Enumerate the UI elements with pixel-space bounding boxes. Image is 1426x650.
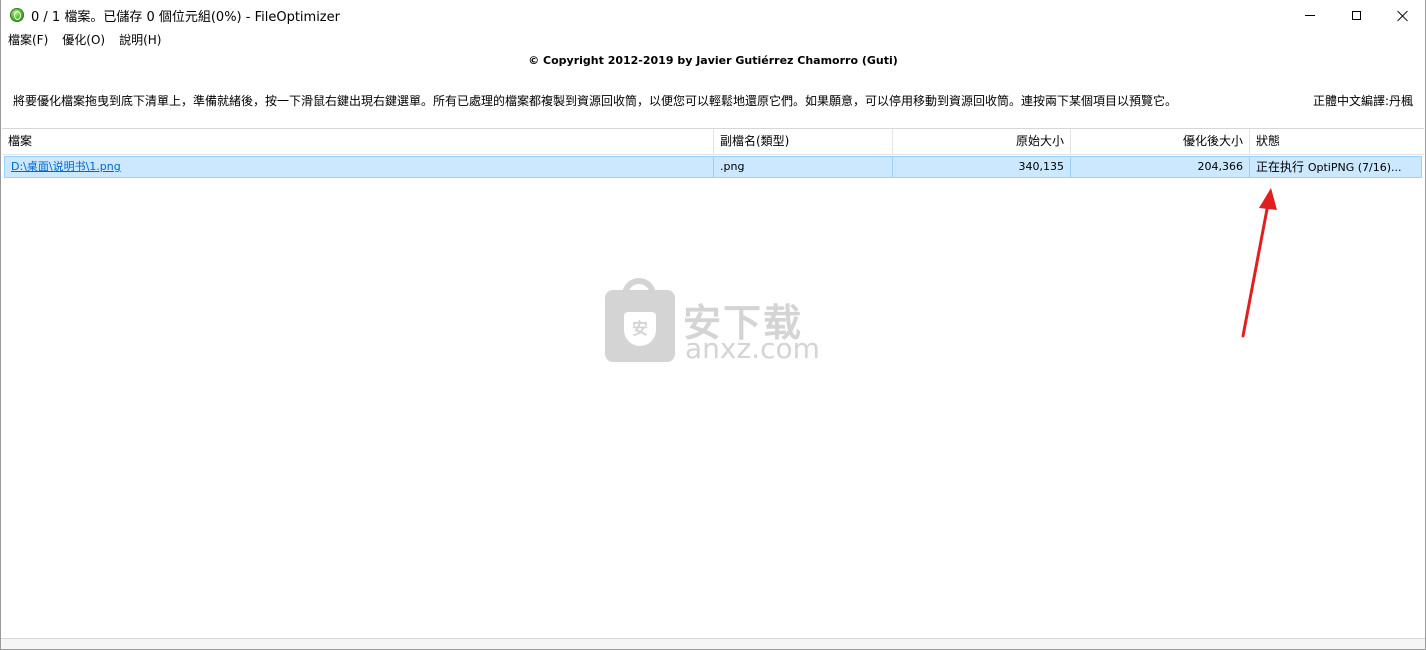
header-panel: © Copyright 2012-2019 by Javier Gutiérre… <box>1 50 1425 128</box>
cell-extension: .png <box>714 157 893 177</box>
table-row[interactable]: D:\桌面\说明书\1.png .png 340,135 204,366 正在执… <box>4 156 1422 178</box>
cell-file: D:\桌面\说明书\1.png <box>5 157 714 177</box>
cell-status: 正在执行 OptiPNG (7/16)... <box>1250 157 1421 177</box>
list-header: 檔案 副檔名(類型) 原始大小 優化後大小 狀態 <box>2 129 1424 155</box>
cell-optimized-size: 204,366 <box>1071 157 1250 177</box>
fileoptimizer-app-icon <box>10 8 24 22</box>
maximize-button[interactable] <box>1333 0 1379 30</box>
title-bar: 0 / 1 檔案。已儲存 0 個位元組(0%) - FileOptimizer <box>1 0 1425 30</box>
minimize-button[interactable] <box>1287 0 1333 30</box>
maximize-icon <box>1351 10 1361 20</box>
close-icon <box>1397 10 1408 21</box>
menu-help[interactable]: 說明(H) <box>112 30 168 50</box>
menu-file[interactable]: 檔案(F) <box>1 30 55 50</box>
window-title: 0 / 1 檔案。已儲存 0 個位元組(0%) - FileOptimizer <box>31 9 340 25</box>
column-header-optimized-size[interactable]: 優化後大小 <box>1071 129 1250 154</box>
window-controls <box>1287 0 1425 30</box>
menu-bar: 檔案(F) 優化(O) 說明(H) <box>1 30 1425 50</box>
instructions-text: 將要優化檔案拖曳到底下清單上，準備就緒後，按一下滑鼠右鍵出現右鍵選單。所有已處理… <box>13 94 1178 108</box>
status-bar <box>1 638 1425 649</box>
file-list[interactable]: 檔案 副檔名(類型) 原始大小 優化後大小 狀態 D:\桌面\说明书\1.png… <box>2 128 1424 639</box>
column-header-extension[interactable]: 副檔名(類型) <box>714 129 893 154</box>
column-header-file[interactable]: 檔案 <box>2 129 714 154</box>
status-main: 正在执行 <box>1256 160 1305 174</box>
copyright-text: © Copyright 2012-2019 by Javier Gutiérre… <box>528 54 898 67</box>
app-window: 0 / 1 檔案。已儲存 0 個位元組(0%) - FileOptimizer … <box>0 0 1426 650</box>
menu-optimize[interactable]: 優化(O) <box>55 30 112 50</box>
translator-credit: 正體中文編譯:丹楓 <box>1312 94 1413 108</box>
cell-original-size: 340,135 <box>893 157 1071 177</box>
column-header-original-size[interactable]: 原始大小 <box>893 129 1071 154</box>
minimize-icon <box>1305 14 1315 16</box>
status-detail: OptiPNG (7/16)... <box>1307 161 1402 174</box>
file-path-link[interactable]: D:\桌面\说明书\1.png <box>11 160 121 173</box>
column-header-status[interactable]: 狀態 <box>1250 129 1424 154</box>
close-button[interactable] <box>1379 0 1425 30</box>
